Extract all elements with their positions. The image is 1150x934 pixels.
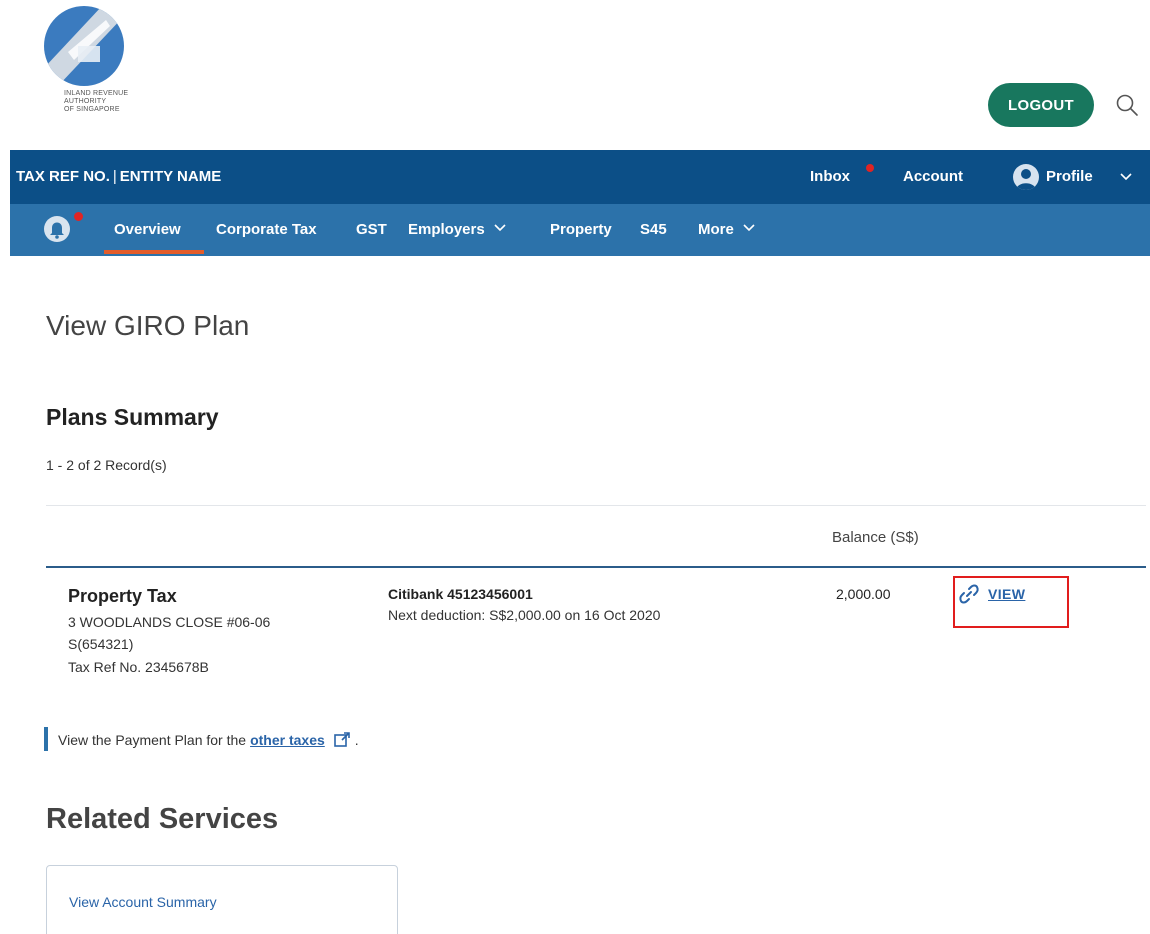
chevron-down-icon <box>743 224 755 232</box>
logo-text: INLAND REVENUE AUTHORITY OF SINGAPORE <box>64 90 129 113</box>
top-bar: TAX REF NO. | ENTITY NAME Inbox Account Pr… <box>10 150 1150 204</box>
nav-corporate-tax[interactable]: Corporate Tax <box>216 221 317 238</box>
nav-overview[interactable]: Overview <box>114 221 181 238</box>
bell-icon[interactable] <box>44 216 70 242</box>
nav-gst[interactable]: GST <box>356 221 387 238</box>
view-link-label[interactable]: VIEW <box>988 586 1025 602</box>
entity-separator: | <box>112 168 117 185</box>
nav-employers-label: Employers <box>408 221 485 238</box>
notification-dot <box>74 212 83 221</box>
bank-account: Citibank 45123456001 <box>388 586 533 602</box>
profile-menu[interactable]: Profile <box>1046 168 1093 185</box>
nav-employers[interactable]: Employers <box>408 221 507 238</box>
search-icon[interactable] <box>1114 92 1140 118</box>
section-title: Plans Summary <box>46 404 219 430</box>
view-account-summary-label[interactable]: View Account Summary <box>69 894 217 910</box>
callout-accent-bar <box>44 727 48 751</box>
callout-prefix: View the Payment Plan for the <box>58 732 247 748</box>
chevron-down-icon[interactable] <box>1119 170 1133 184</box>
tax-ref-label: TAX REF NO. <box>16 168 110 185</box>
entity-info: TAX REF NO. | ENTITY NAME <box>16 168 221 185</box>
related-services-title: Related Services <box>46 803 279 835</box>
account-link[interactable]: Account <box>903 168 963 185</box>
profile-avatar-icon[interactable] <box>1013 164 1039 190</box>
nav-more[interactable]: More <box>698 221 756 238</box>
iras-logo[interactable]: INLAND REVENUE AUTHORITY OF SINGAPORE <box>44 6 184 134</box>
callout-suffix: . <box>354 732 359 748</box>
logout-button[interactable]: LOGOUT <box>988 83 1094 127</box>
entity-name-label: ENTITY NAME <box>119 168 222 185</box>
external-link-icon[interactable] <box>333 731 351 749</box>
record-count: 1 - 2 of 2 Record(s) <box>46 457 167 473</box>
nav-more-label: More <box>698 221 734 238</box>
link-icon <box>959 584 979 604</box>
balance-column-header: Balance (S$) <box>832 529 919 546</box>
view-account-summary-card[interactable]: View Account Summary <box>46 865 398 934</box>
view-plan-link[interactable]: VIEW <box>958 583 1025 605</box>
address-line1: 3 WOODLANDS CLOSE #06-06 <box>68 614 271 630</box>
table-top-divider <box>46 505 1146 506</box>
payment-plan-callout: View the Payment Plan for the other taxe… <box>58 731 359 749</box>
next-deduction: Next deduction: S$2,000.00 on 16 Oct 202… <box>388 607 661 623</box>
inbox-link[interactable]: Inbox <box>810 168 850 185</box>
nav-property[interactable]: Property <box>550 221 612 238</box>
tax-type: Property Tax <box>68 586 177 606</box>
main-nav: Overview Corporate Tax GST Employers Pro… <box>10 204 1150 256</box>
inbox-notification-dot <box>866 164 874 172</box>
chevron-down-icon <box>494 224 506 232</box>
active-tab-indicator <box>104 250 204 254</box>
tax-ref: Tax Ref No. 2345678B <box>68 659 209 675</box>
iras-logo-emblem-icon <box>44 6 124 86</box>
page-title: View GIRO Plan <box>46 310 250 341</box>
address-line2: S(654321) <box>68 636 134 652</box>
other-taxes-link[interactable]: other taxes <box>250 732 325 748</box>
table-header-divider <box>46 566 1146 568</box>
nav-s45[interactable]: S45 <box>640 221 667 238</box>
balance-amount: 2,000.00 <box>836 586 891 602</box>
